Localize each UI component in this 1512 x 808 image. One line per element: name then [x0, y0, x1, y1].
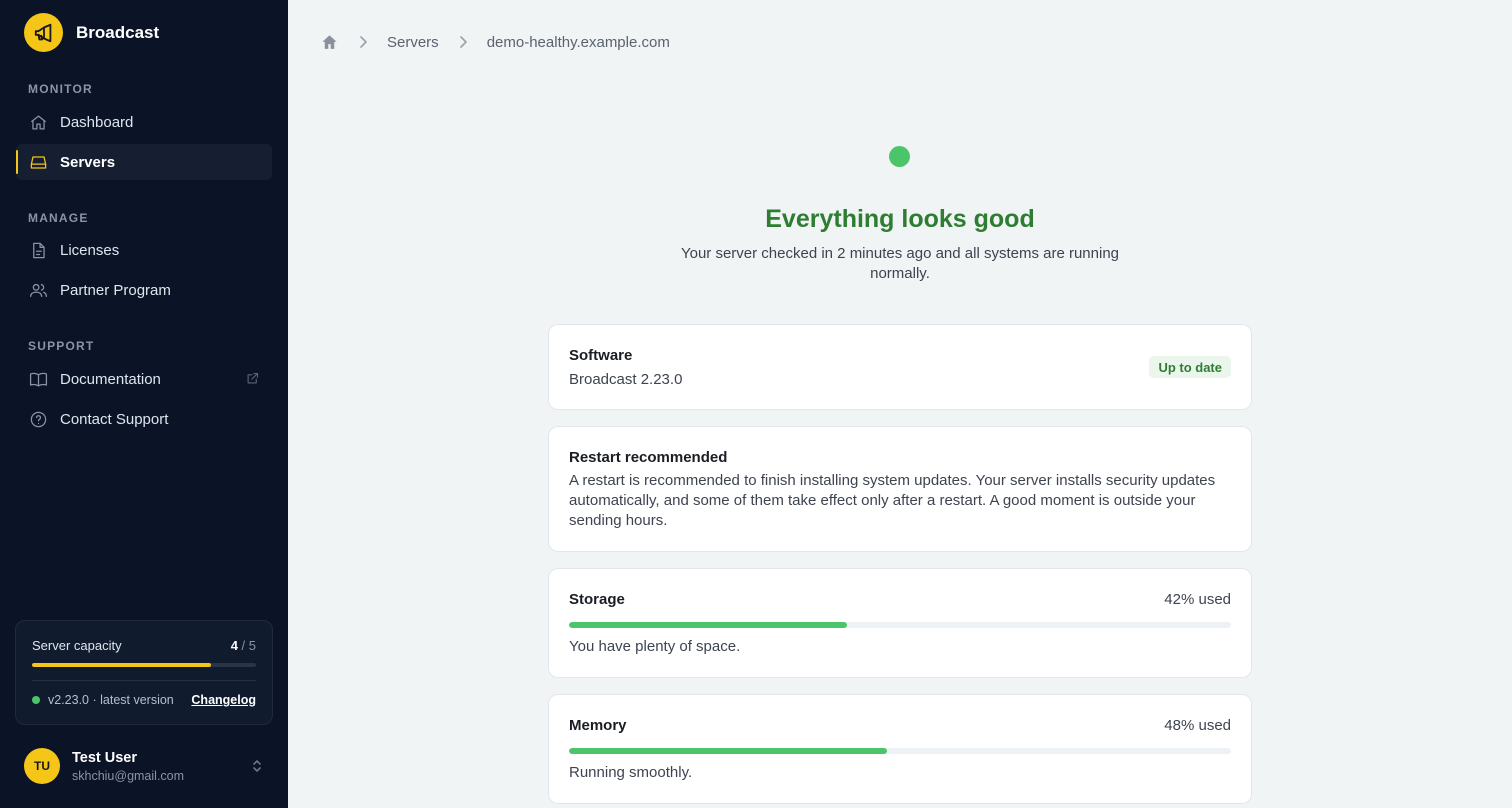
memory-progress-bar: [569, 748, 1231, 754]
sidebar-item-licenses[interactable]: Licenses: [16, 232, 272, 268]
section-label-manage: MANAGE: [28, 211, 89, 225]
users-icon: [28, 280, 48, 300]
server-icon: [28, 152, 48, 172]
book-icon: [28, 369, 48, 389]
storage-progress-bar: [569, 622, 1231, 628]
card-title: Software: [569, 347, 633, 364]
storage-card: Storage 42% used You have plenty of spac…: [548, 568, 1252, 678]
card-title: Restart recommended: [569, 449, 728, 466]
help-circle-icon: [28, 409, 48, 429]
storage-usage: 42% used: [1164, 591, 1231, 608]
sidebar-item-dashboard[interactable]: Dashboard: [16, 104, 272, 140]
user-menu[interactable]: TU Test User skhchiu@gmail.com: [24, 747, 264, 787]
capacity-progress-bar: [32, 663, 256, 667]
sidebar-item-label: Licenses: [60, 241, 120, 259]
chevron-right-icon: [459, 36, 467, 48]
status-subtitle: Your server checked in 2 minutes ago and…: [680, 245, 1120, 282]
card-title: Storage: [569, 591, 625, 608]
sidebar-item-label: Contact Support: [60, 410, 169, 428]
status-dot: [32, 696, 40, 704]
memory-progress-fill: [569, 748, 887, 754]
chevron-up-down-icon: [250, 758, 264, 779]
restart-text: A restart is recommended to finish insta…: [569, 472, 1216, 529]
sidebar-item-documentation[interactable]: Documentation: [16, 361, 272, 397]
memory-note: Running smoothly.: [569, 764, 693, 781]
external-link-icon: [245, 371, 260, 391]
breadcrumb: Servers demo-healthy.example.com: [320, 31, 670, 53]
breadcrumb-current: demo-healthy.example.com: [486, 33, 670, 51]
avatar: TU: [24, 748, 60, 784]
user-name: Test User: [72, 750, 138, 766]
home-icon[interactable]: [320, 33, 339, 52]
changelog-link[interactable]: Changelog: [191, 693, 256, 707]
status-title: Everything looks good: [765, 205, 1035, 233]
sidebar-item-partner-program[interactable]: Partner Program: [16, 272, 272, 308]
section-label-support: SUPPORT: [28, 339, 95, 353]
breadcrumb-servers[interactable]: Servers: [387, 34, 439, 51]
brand-name: Broadcast: [76, 22, 160, 42]
software-version: Broadcast 2.23.0: [569, 371, 683, 388]
memory-usage: 48% used: [1164, 717, 1231, 734]
sidebar: Broadcast MONITOR Dashboard Servers MANA…: [0, 0, 288, 808]
status-badge: Up to date: [1149, 356, 1231, 378]
storage-progress-fill: [569, 622, 848, 628]
document-icon: [28, 240, 48, 260]
server-capacity-panel: Server capacity 4 / 5 v2.23.0 · latest v…: [15, 620, 273, 725]
capacity-progress-fill: [32, 663, 212, 667]
section-label-monitor: MONITOR: [28, 82, 93, 96]
sidebar-item-contact-support[interactable]: Contact Support: [16, 401, 272, 437]
sidebar-item-label: Servers: [60, 153, 116, 171]
card-title: Memory: [569, 717, 627, 734]
capacity-title: Server capacity: [32, 638, 122, 653]
restart-card: Restart recommended A restart is recomme…: [548, 426, 1252, 552]
divider: [32, 680, 256, 681]
capacity-separator: /: [237, 638, 249, 653]
capacity-used: 4: [230, 638, 238, 653]
sidebar-item-label: Dashboard: [60, 113, 134, 131]
user-email: skhchiu@gmail.com: [72, 769, 185, 783]
version-label: v2.23.0 · latest version: [48, 693, 174, 707]
software-card: Software Broadcast 2.23.0 Up to date: [548, 324, 1252, 410]
sidebar-item-servers[interactable]: Servers: [16, 144, 272, 180]
memory-card: Memory 48% used Running smoothly.: [548, 694, 1252, 804]
brand[interactable]: Broadcast: [24, 13, 159, 52]
capacity-total: 5: [248, 638, 256, 653]
capacity-count: 4 / 5: [231, 638, 256, 653]
sidebar-item-label: Partner Program: [60, 281, 171, 299]
sidebar-item-label: Documentation: [60, 370, 161, 388]
megaphone-icon: [24, 13, 63, 52]
storage-note: You have plenty of space.: [569, 638, 741, 655]
status-indicator: [889, 146, 910, 167]
chevron-right-icon: [359, 36, 367, 48]
home-icon: [28, 112, 48, 132]
